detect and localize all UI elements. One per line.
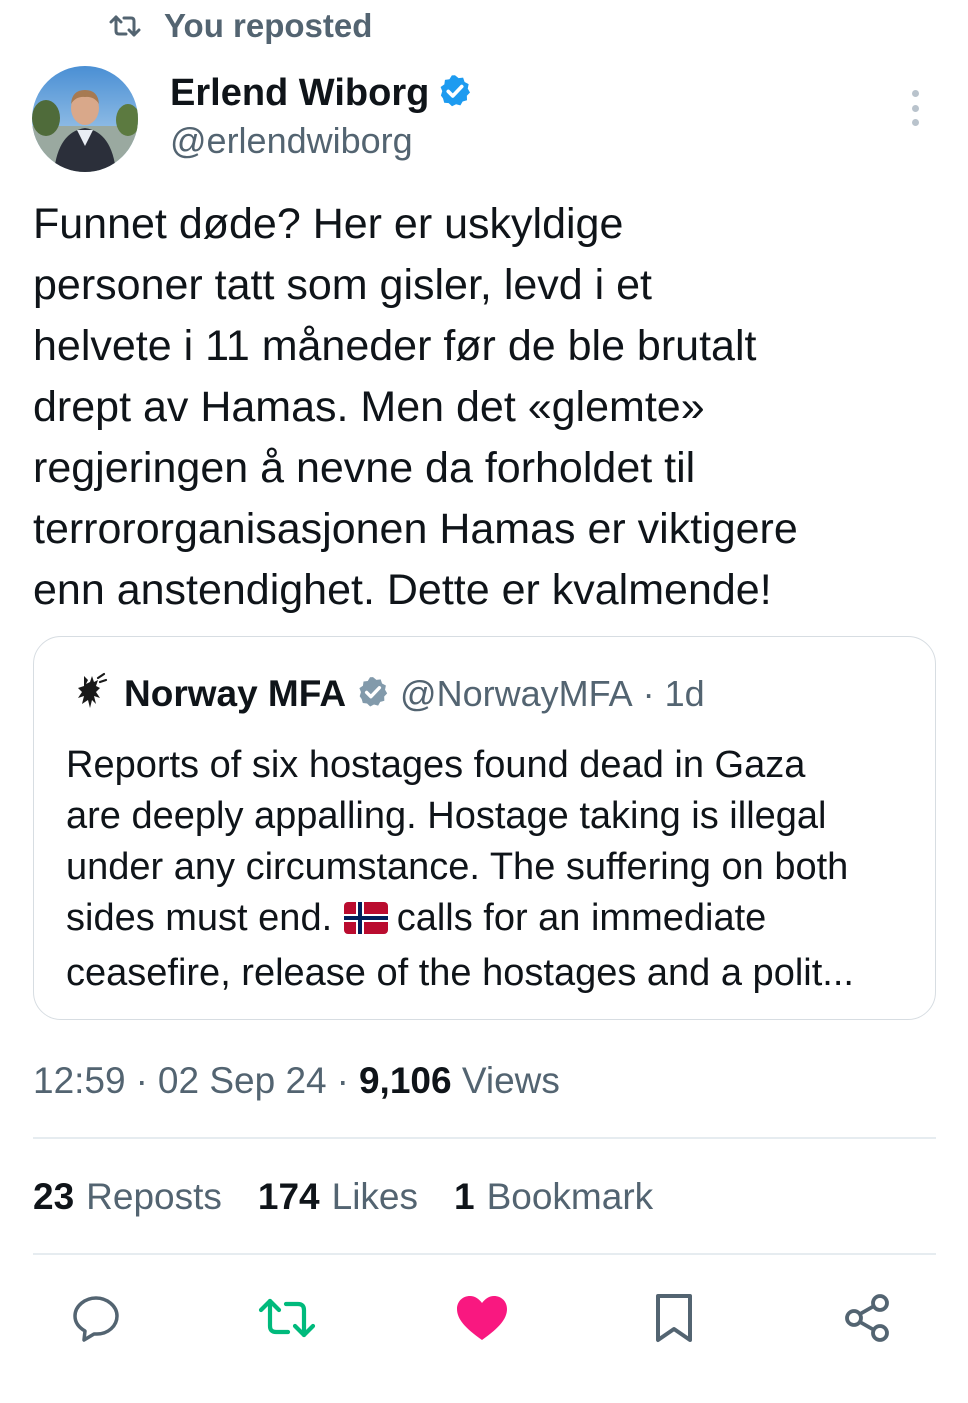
- views-label: Views: [461, 1060, 560, 1101]
- verified-badge-icon: [437, 73, 473, 114]
- meta-separator: ·: [336, 1060, 349, 1101]
- share-button[interactable]: [839, 1292, 895, 1348]
- bookmark-button[interactable]: [646, 1292, 702, 1348]
- like-icon: [455, 1294, 509, 1347]
- tweet-author[interactable]: Erlend Wiborg @erlendwiborg: [170, 70, 473, 162]
- tweet-time[interactable]: 12:59: [33, 1060, 126, 1102]
- reposts-stat[interactable]: 23 Reposts: [33, 1176, 222, 1218]
- more-dot-icon: [911, 104, 919, 112]
- action-bar: [0, 1292, 968, 1348]
- reply-button[interactable]: [68, 1292, 124, 1348]
- like-button[interactable]: [454, 1292, 510, 1348]
- share-icon: [842, 1293, 892, 1348]
- likes-stat[interactable]: 174 Likes: [258, 1176, 418, 1218]
- norway-flag-icon: [343, 897, 389, 948]
- divider: [33, 1253, 936, 1255]
- repost-icon: [108, 13, 142, 39]
- norway-coat-of-arms-icon: [74, 672, 108, 717]
- meta-separator: ·: [135, 1060, 148, 1101]
- tweet-date[interactable]: 02 Sep 24: [158, 1060, 327, 1102]
- more-dot-icon: [911, 90, 919, 97]
- more-dot-icon: [911, 119, 919, 126]
- quote-text: Reports of six hostages found dead in Ga…: [66, 740, 926, 999]
- repost-button[interactable]: [257, 1292, 317, 1348]
- author-handle[interactable]: @erlendwiborg: [170, 120, 473, 162]
- divider: [33, 1137, 936, 1139]
- engagement-stats: 23 Reposts 174 Likes 1 Bookmark: [33, 1176, 653, 1218]
- quote-header: Norway MFA @NorwayMFA · 1d: [74, 671, 705, 717]
- bookmarks-stat[interactable]: 1 Bookmark: [454, 1176, 653, 1218]
- author-name[interactable]: Erlend Wiborg: [170, 72, 429, 115]
- repost-banner-label: You reposted: [164, 7, 373, 44]
- avatar[interactable]: [32, 66, 138, 172]
- reply-icon: [70, 1293, 122, 1348]
- bookmark-icon: [653, 1292, 695, 1349]
- views-count: 9,106: [358, 1060, 452, 1101]
- quote-author-name[interactable]: Norway MFA: [124, 673, 346, 715]
- repost-banner: You reposted: [108, 4, 372, 48]
- more-options-button[interactable]: [898, 88, 932, 128]
- tweet-meta: 12:59 · 02 Sep 24 · 9,106 Views: [33, 1060, 560, 1102]
- verified-badge-icon: [356, 675, 390, 714]
- tweet-text: Funnet døde? Her er uskyldige personer t…: [33, 200, 798, 614]
- quote-timestamp: 1d: [664, 673, 705, 714]
- quote-separator: ·: [642, 673, 655, 714]
- repost-icon: [257, 1296, 317, 1345]
- quote-author-handle[interactable]: @NorwayMFA: [400, 673, 633, 715]
- quoted-tweet-card[interactable]: Norway MFA @NorwayMFA · 1d Reports of si…: [33, 636, 936, 1020]
